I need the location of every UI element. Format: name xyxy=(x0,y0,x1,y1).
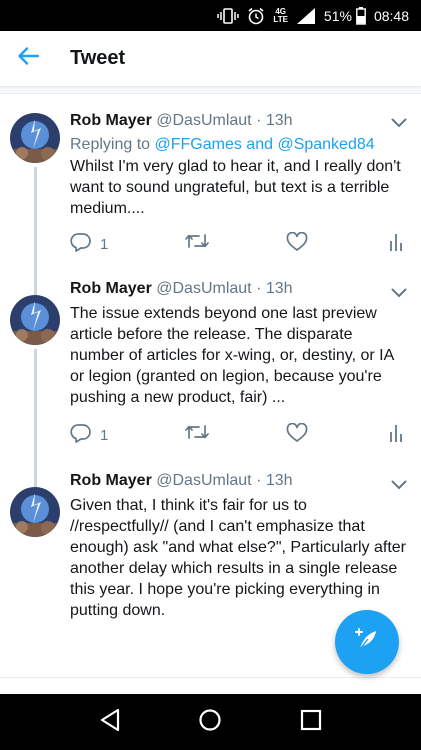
like-icon xyxy=(286,422,308,447)
separator-dot: · xyxy=(256,280,262,297)
battery-icon xyxy=(356,6,366,25)
compose-button[interactable] xyxy=(335,610,399,674)
replying-to-link[interactable]: @FFGames and @Spanked84 xyxy=(155,136,375,153)
tweet-header: Rob Mayer @DasUmlaut · 13h xyxy=(70,111,407,131)
reply-button[interactable]: 1 xyxy=(70,423,108,447)
analytics-icon xyxy=(388,232,404,256)
nav-home-icon[interactable] xyxy=(198,708,222,737)
avatar[interactable] xyxy=(10,295,60,345)
tweet-header: Rob Mayer @DasUmlaut · 13h xyxy=(70,279,407,299)
signal-icon xyxy=(296,7,316,25)
retweet-icon xyxy=(185,232,209,254)
retweet-icon xyxy=(185,423,209,445)
network-type-indicator: 4G LTE xyxy=(273,7,288,24)
avatar[interactable] xyxy=(10,487,60,537)
reply-icon xyxy=(70,232,92,256)
replying-prefix: Replying to xyxy=(70,136,151,153)
author-name[interactable]: Rob Mayer xyxy=(70,280,152,297)
retweet-button[interactable] xyxy=(185,423,209,445)
author-name[interactable]: Rob Mayer xyxy=(70,112,152,129)
reply-count: 1 xyxy=(100,426,109,444)
app-bar: Tweet xyxy=(0,31,421,87)
system-nav-bar xyxy=(0,694,421,750)
author-name[interactable]: Rob Mayer xyxy=(70,472,152,489)
caret-down-icon[interactable] xyxy=(391,285,407,303)
analytics-button[interactable] xyxy=(388,232,404,256)
reply-count: 1 xyxy=(100,235,109,253)
compose-icon xyxy=(352,625,382,660)
author-handle[interactable]: @DasUmlaut xyxy=(156,280,251,297)
tweet-body: Rob Mayer @DasUmlaut · 13h Given that, I… xyxy=(70,471,407,621)
retweet-button[interactable] xyxy=(185,232,209,254)
caret-down-icon[interactable] xyxy=(391,115,407,133)
author-handle[interactable]: @DasUmlaut xyxy=(156,472,251,489)
tweet-time: 13h xyxy=(265,472,293,489)
tweet-actions: 1 xyxy=(70,231,410,256)
battery-percent: 51% xyxy=(323,7,352,24)
lte-label: LTE xyxy=(273,14,288,24)
header-separator xyxy=(0,88,421,94)
tweet-actions: 1 xyxy=(70,422,410,447)
tweet-text: Given that, I think it's fair for us to … xyxy=(70,497,406,619)
back-arrow-icon xyxy=(17,47,40,70)
avatar[interactable] xyxy=(10,113,60,163)
reply-button[interactable]: 1 xyxy=(70,232,108,256)
like-button[interactable] xyxy=(286,231,308,256)
alarm-icon xyxy=(247,7,265,25)
separator-dot: · xyxy=(256,112,262,129)
like-button[interactable] xyxy=(286,422,308,447)
tweet-body: Rob Mayer @DasUmlaut · 13h Replying to @… xyxy=(70,111,407,219)
tweet-item[interactable]: Rob Mayer @DasUmlaut · 13h Replying to @… xyxy=(0,95,421,285)
thread-connector xyxy=(34,349,37,477)
reply-icon xyxy=(70,423,92,447)
vibrate-icon xyxy=(217,7,240,24)
tweet-text: Whilst I'm very glad to hear it, and I r… xyxy=(70,158,401,217)
nav-recents-icon[interactable] xyxy=(300,709,322,736)
tweet-text: The issue extends beyond one last previe… xyxy=(70,305,394,406)
analytics-button[interactable] xyxy=(388,423,404,447)
back-button[interactable] xyxy=(0,31,56,87)
nav-back-icon[interactable] xyxy=(99,708,121,737)
tweet-header: Rob Mayer @DasUmlaut · 13h xyxy=(70,471,407,491)
thread-connector xyxy=(34,167,37,285)
status-bar: 4G LTE 51% 08:48 xyxy=(0,0,421,31)
separator-dot: · xyxy=(256,472,262,489)
tweet-time: 13h xyxy=(265,112,293,129)
page-title: Tweet xyxy=(70,47,126,69)
clock: 08:48 xyxy=(373,7,409,24)
caret-down-icon[interactable] xyxy=(391,477,407,495)
tweet-item[interactable]: Rob Mayer @DasUmlaut · 13h The issue ext… xyxy=(0,280,421,477)
analytics-icon xyxy=(388,423,404,447)
tweet-time: 13h xyxy=(265,280,293,297)
feed-divider xyxy=(0,677,421,678)
tweet-body: Rob Mayer @DasUmlaut · 13h The issue ext… xyxy=(70,279,407,408)
replying-to: Replying to @FFGames and @Spanked84 xyxy=(70,134,407,155)
author-handle[interactable]: @DasUmlaut xyxy=(156,112,251,129)
like-icon xyxy=(286,231,308,256)
